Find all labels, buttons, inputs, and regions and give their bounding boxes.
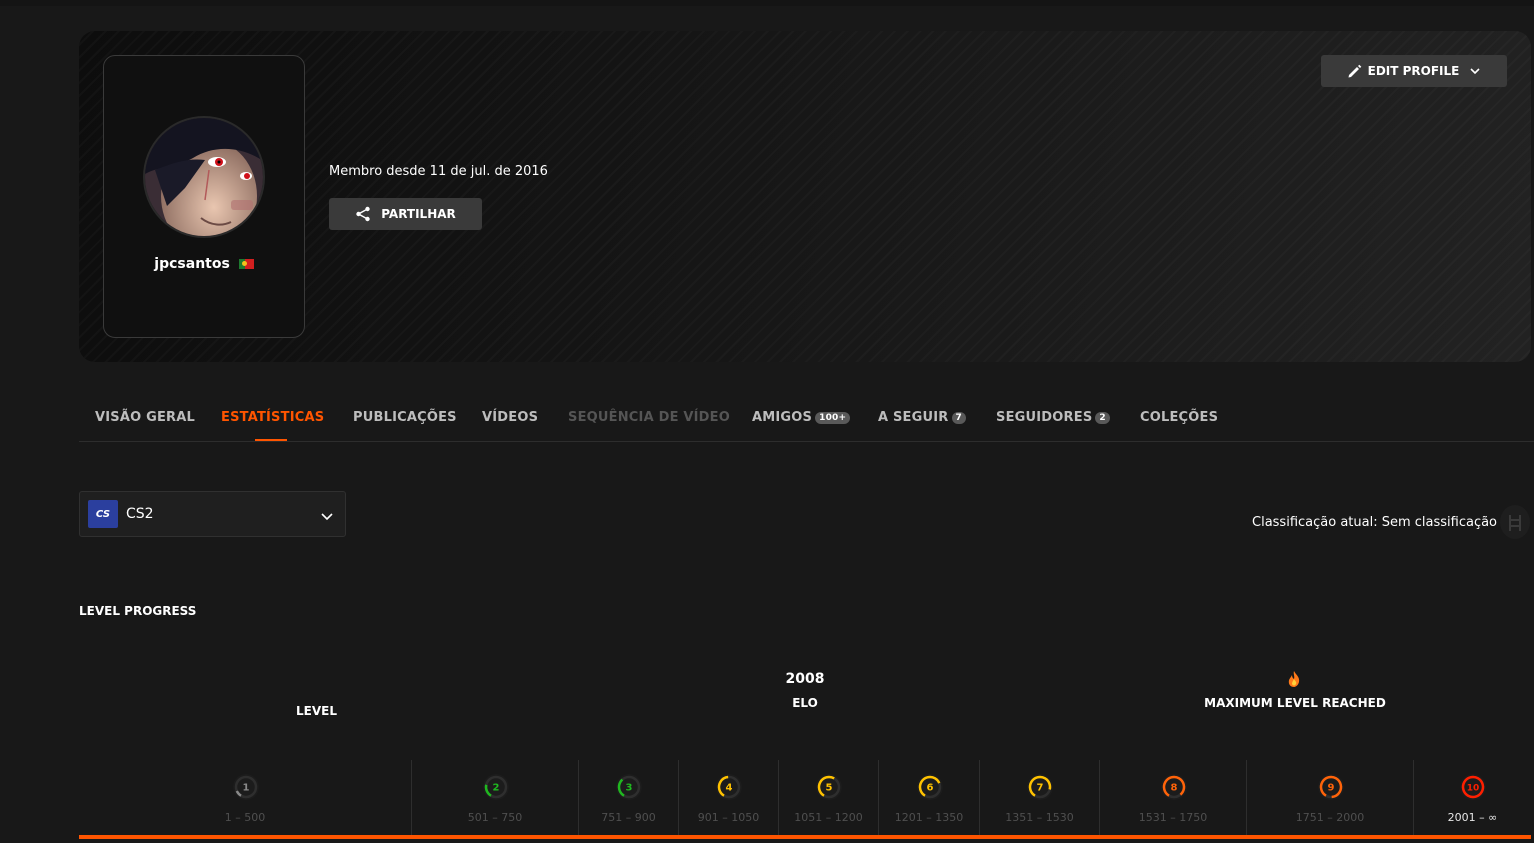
tab-seguidores[interactable]: SEGUIDORES 2 <box>996 410 1110 425</box>
maximum-level-label: MAXIMUM LEVEL REACHED <box>1204 696 1386 710</box>
tab-estatisticas[interactable]: ESTATÍSTICAS <box>221 410 324 425</box>
portugal-flag-icon <box>238 259 254 269</box>
elo-value: 2008 <box>785 671 825 687</box>
level-4-badge-icon: 4 <box>716 774 742 800</box>
share-button[interactable]: PARTILHAR <box>329 198 482 230</box>
avatar[interactable] <box>143 116 265 238</box>
level-number: 9 <box>1327 783 1334 794</box>
level-number: 4 <box>726 783 733 794</box>
level-8-badge-icon: 8 <box>1160 774 1187 800</box>
level-range-label: 1751 – 2000 <box>1295 811 1365 824</box>
level-10-column: 10 2001 – ∞ <box>1414 760 1531 836</box>
level-4-column: 4 901 – 1050 <box>679 760 779 836</box>
level-9-badge-icon: 9 <box>1317 774 1344 800</box>
active-tab-indicator <box>255 439 287 441</box>
rank-icon <box>1500 505 1530 539</box>
level-number: 6 <box>926 783 933 794</box>
tab-visao-geral[interactable]: VISÃO GERAL <box>95 410 195 425</box>
flame-icon <box>1288 671 1300 687</box>
tab-colecoes[interactable]: COLEÇÕES <box>1140 410 1218 425</box>
tab-videos[interactable]: VÍDEOS <box>482 410 538 425</box>
tab-sequencia-de-video[interactable]: SEQUÊNCIA DE VÍDEO <box>568 410 730 425</box>
level-range-label: 901 – 1050 <box>697 811 760 824</box>
level-8-column: 8 1531 – 1750 <box>1100 760 1247 836</box>
edit-profile-label: EDIT PROFILE <box>1367 64 1460 78</box>
level-1-column: 1 1 – 500 <box>79 760 412 836</box>
elo-label: ELO <box>792 696 818 710</box>
member-since-text: Membro desde 11 de jul. de 2016 <box>329 164 548 179</box>
tab-amigos[interactable]: AMIGOS 100+ <box>752 410 851 425</box>
chevron-down-icon <box>321 513 333 521</box>
level-ranges: 1 1 – 500 2 501 – 750 3 751 – 900 4 901 – 1050 5… <box>79 760 1531 836</box>
game-selector[interactable]: CS CS2 <box>79 491 346 537</box>
share-icon <box>356 206 370 222</box>
profile-tabs: VISÃO GERAL ESTATÍSTICAS PUBLICAÇÕES VÍD… <box>79 394 1534 442</box>
level-progress-title: LEVEL PROGRESS <box>79 604 197 618</box>
level-5-badge-icon: 5 <box>816 774 842 800</box>
level-5-column: 5 1051 – 1200 <box>779 760 879 836</box>
level-1-badge-icon: 1 <box>232 774 259 800</box>
level-number: 2 <box>492 783 499 794</box>
level-3-badge-icon: 3 <box>616 774 642 800</box>
share-label: PARTILHAR <box>381 207 456 221</box>
username-row: jpcsantos <box>103 256 305 272</box>
pencil-icon <box>1348 64 1361 77</box>
count-badge: 7 <box>951 412 966 424</box>
tab-amigos-label: AMIGOS <box>752 410 813 425</box>
level-range-label: 2001 – ∞ <box>1447 811 1498 824</box>
level-2-badge-icon: 2 <box>482 774 509 800</box>
tab-seguidores-label: SEGUIDORES <box>996 410 1093 425</box>
level-3-column: 3 751 – 900 <box>579 760 679 836</box>
chevron-down-icon <box>1470 68 1480 75</box>
level-range-label: 1531 – 1750 <box>1138 811 1208 824</box>
level-range-label: 1 – 500 <box>224 811 266 824</box>
tab-publicacoes[interactable]: PUBLICAÇÕES <box>353 410 457 425</box>
level-range-label: 751 – 900 <box>601 811 656 824</box>
edit-profile-button[interactable]: EDIT PROFILE <box>1321 55 1507 87</box>
tab-a-seguir[interactable]: A SEGUIR 7 <box>878 410 966 425</box>
level-number: 8 <box>1170 783 1177 794</box>
level-number: 5 <box>826 783 833 794</box>
level-range-label: 501 – 750 <box>467 811 523 824</box>
tab-a-seguir-label: A SEGUIR <box>878 410 949 425</box>
level-number: 1 <box>242 783 249 794</box>
level-2-column: 2 501 – 750 <box>412 760 579 836</box>
level-7-badge-icon: 7 <box>1027 774 1053 800</box>
level-range-label: 1051 – 1200 <box>794 811 863 824</box>
level-progress-bar <box>79 835 1531 839</box>
level-label: LEVEL <box>296 704 337 718</box>
level-number: 10 <box>1466 784 1479 794</box>
level-number: 3 <box>626 783 633 794</box>
level-range-label: 1201 – 1350 <box>894 811 964 824</box>
cs2-logo-icon: CS <box>88 500 118 528</box>
level-7-column: 7 1351 – 1530 <box>980 760 1100 836</box>
selected-game: CS2 <box>126 506 154 522</box>
level-number: 7 <box>1037 783 1044 794</box>
username: jpcsantos <box>154 256 230 272</box>
level-10-badge-icon: 10 <box>1459 774 1486 800</box>
count-badge: 100+ <box>815 412 851 424</box>
level-6-column: 6 1201 – 1350 <box>879 760 980 836</box>
top-strip <box>0 0 1534 6</box>
level-range-label: 1351 – 1530 <box>1005 811 1074 824</box>
level-9-column: 9 1751 – 2000 <box>1247 760 1414 836</box>
level-6-badge-icon: 6 <box>916 774 943 800</box>
count-badge: 2 <box>1095 412 1110 424</box>
current-classification: Classificação atual: Sem classificação <box>1252 515 1498 530</box>
